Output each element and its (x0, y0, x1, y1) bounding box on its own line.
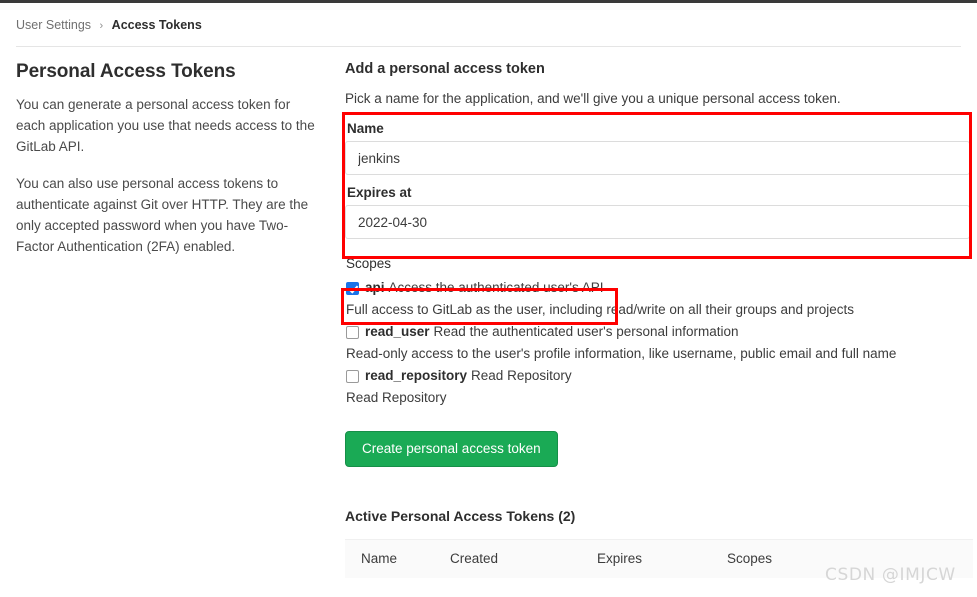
scope-key-read-user: read_user (365, 322, 430, 342)
scope-desc-api: Access the authenticated user's API (389, 278, 604, 298)
scope-desc-read-user: Read the authenticated user's personal i… (434, 322, 739, 342)
scopes-label: Scopes (346, 255, 973, 272)
scope-help-read-repository: Read Repository (346, 388, 973, 408)
checkbox-read-repository[interactable] (346, 370, 359, 383)
form-title: Add a personal access token (345, 60, 973, 78)
column-header-created: Created (450, 540, 597, 579)
breadcrumb: User Settings › Access Tokens (16, 17, 202, 34)
column-header-actions (847, 540, 973, 579)
scope-desc-read-repository: Read Repository (471, 366, 572, 386)
name-field-label: Name (347, 120, 973, 137)
page-title: Personal Access Tokens (16, 60, 316, 84)
create-personal-access-token-button[interactable]: Create personal access token (345, 431, 558, 467)
token-form-panel: Add a personal access token Pick a name … (345, 60, 973, 578)
active-tokens-section: Active Personal Access Tokens (2) Name C… (345, 507, 973, 578)
sidebar-paragraph-2: You can also use personal access tokens … (16, 173, 316, 257)
column-header-expires: Expires (597, 540, 727, 579)
scope-row-read-user[interactable]: read_user Read the authenticated user's … (345, 322, 973, 342)
sidebar-paragraph-1: You can generate a personal access token… (16, 94, 316, 157)
expires-at-input[interactable] (345, 205, 970, 239)
page-root: User Settings › Access Tokens Personal A… (0, 0, 977, 597)
chevron-right-icon: › (100, 20, 104, 32)
scope-row-read-repository[interactable]: read_repository Read Repository (345, 366, 973, 386)
table-header-row: Name Created Expires Scopes (345, 540, 973, 579)
scope-help-api: Full access to GitLab as the user, inclu… (346, 300, 973, 320)
name-field-group: Name (345, 120, 973, 175)
scopes-section: Scopes api Access the authenticated user… (345, 255, 973, 408)
active-tokens-title: Active Personal Access Tokens (2) (345, 507, 973, 525)
scope-key-read-repository: read_repository (365, 366, 467, 386)
column-header-name: Name (345, 540, 450, 579)
scope-row-api[interactable]: api Access the authenticated user's API (345, 278, 973, 298)
expires-field-group: Expires at (345, 184, 973, 239)
scope-help-read-user: Read-only access to the user's profile i… (346, 344, 973, 364)
top-chrome-strip (0, 0, 977, 3)
form-description: Pick a name for the application, and we'… (345, 90, 973, 108)
name-input[interactable] (345, 141, 970, 175)
breadcrumb-item-user-settings[interactable]: User Settings (16, 18, 91, 32)
active-tokens-table: Name Created Expires Scopes (345, 539, 973, 578)
header-divider (16, 46, 961, 47)
expires-field-label: Expires at (347, 184, 973, 201)
sidebar-description-panel: Personal Access Tokens You can generate … (16, 60, 316, 257)
breadcrumb-item-access-tokens[interactable]: Access Tokens (112, 18, 202, 32)
checkbox-read-user[interactable] (346, 326, 359, 339)
checkbox-api[interactable] (346, 282, 359, 295)
column-header-scopes: Scopes (727, 540, 847, 579)
scope-key-api: api (365, 278, 385, 298)
